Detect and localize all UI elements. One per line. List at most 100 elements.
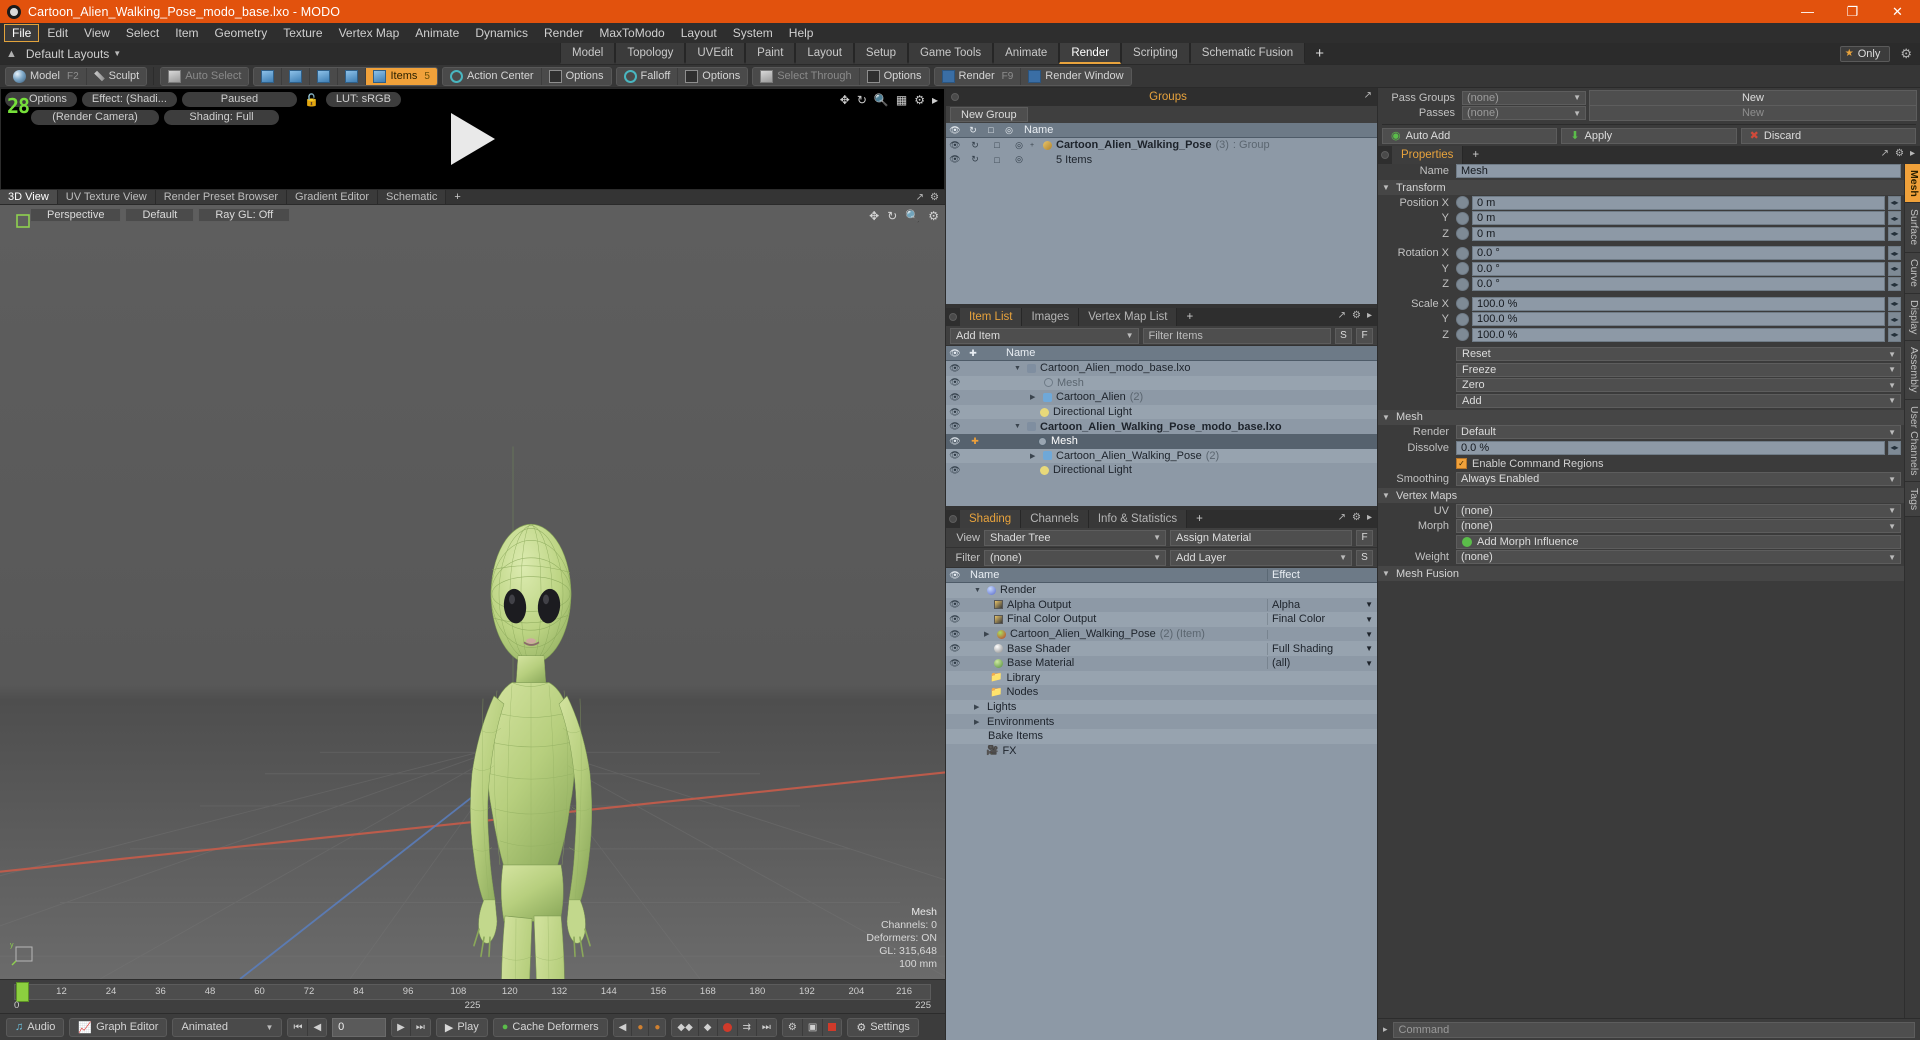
row-eye-icon[interactable]: 👁: [946, 658, 964, 669]
list-item[interactable]: 👁 ✚ Mesh: [946, 433, 1377, 449]
item-list-body[interactable]: 👁 ▼ Cartoon_Alien_modo_base.lxo 👁 Mesh 👁…: [946, 361, 1377, 506]
tree-row[interactable]: 📁 Library: [946, 670, 1377, 686]
animated-selector[interactable]: Animated ▼: [172, 1017, 283, 1037]
edges-mode-button[interactable]: [282, 67, 311, 85]
scale-y-spinner[interactable]: ◂▸: [1888, 312, 1901, 327]
filter-items-input[interactable]: Filter Items: [1142, 327, 1331, 344]
action-center-options-button[interactable]: Options: [541, 67, 611, 85]
row-sel-icon[interactable]: ◎: [1008, 140, 1030, 151]
enable-command-regions-row[interactable]: ✓ Enable Command Regions: [1378, 456, 1904, 472]
row-effect[interactable]: (all) ▼: [1267, 657, 1377, 670]
row-eye-icon[interactable]: 👁: [946, 421, 964, 432]
gear-icon[interactable]: ⚙: [928, 209, 939, 223]
maximize-panel-icon[interactable]: ↗: [1364, 90, 1372, 101]
autokey-button[interactable]: ⚙: [782, 1018, 803, 1036]
tab-channels[interactable]: Channels: [1021, 510, 1089, 528]
rotation-z-field[interactable]: 0.0 °: [1472, 277, 1885, 292]
settings-button[interactable]: ⚙ Settings: [847, 1017, 919, 1037]
render-state-button[interactable]: Paused: [181, 92, 297, 107]
gear-icon[interactable]: ⚙: [1352, 512, 1361, 523]
tab-info-statistics[interactable]: Info & Statistics: [1088, 510, 1188, 528]
autokey-all-button[interactable]: ▣: [802, 1018, 824, 1036]
position-y-field[interactable]: 0 m: [1472, 211, 1885, 226]
expander-icon[interactable]: ▶: [974, 718, 983, 726]
position-z-field[interactable]: 0 m: [1472, 226, 1885, 241]
pass-groups-selector[interactable]: (none) ▼: [1462, 90, 1586, 105]
expander-icon[interactable]: ▶: [1030, 393, 1039, 401]
row-refresh-icon[interactable]: ↻: [964, 140, 986, 151]
tab-animate[interactable]: Animate: [993, 43, 1060, 64]
add-item-selector[interactable]: Add Item ▼: [950, 327, 1139, 344]
panel-menu-dot[interactable]: [949, 313, 957, 321]
render-shading-selector[interactable]: Shading: Full: [164, 110, 279, 125]
expander-icon[interactable]: ▼: [1014, 365, 1023, 372]
only-toggle-button[interactable]: ★ Only: [1839, 45, 1891, 62]
record-button[interactable]: [717, 1018, 738, 1036]
tab-game-tools[interactable]: Game Tools: [907, 43, 994, 64]
tab-vertex-map-list[interactable]: Vertex Map List: [1079, 308, 1178, 326]
table-row[interactable]: 👁 ↻ □ ◎ 5 Items: [946, 153, 1377, 168]
chevron-right-icon[interactable]: ▸: [1367, 512, 1372, 523]
expander-icon[interactable]: ▶: [974, 703, 983, 711]
expander-icon[interactable]: ▶: [984, 630, 993, 638]
key-end-button[interactable]: ⏭: [756, 1018, 776, 1036]
tab-schematic-fusion[interactable]: Schematic Fusion: [1189, 43, 1306, 64]
position-z-spinner[interactable]: ◂▸: [1888, 226, 1901, 241]
tab-properties[interactable]: Properties: [1392, 145, 1464, 164]
tree-row[interactable]: 👁 Alpha Output Alpha ▼: [946, 598, 1377, 613]
apply-button[interactable]: ⬇ Apply: [1561, 127, 1737, 144]
falloff-options-button[interactable]: Options: [678, 67, 748, 85]
tab-uv-texture-view[interactable]: UV Texture View: [57, 190, 156, 204]
maximize-panel-icon[interactable]: ↗: [1881, 148, 1889, 159]
gear-icon[interactable]: ⚙: [930, 192, 939, 203]
key-all-button[interactable]: ◆◆: [672, 1018, 699, 1036]
viewport-3d[interactable]: Perspective Default Ray GL: Off ✥ ↻ 🔍 ⚙: [0, 205, 945, 979]
shader-view-selector[interactable]: Shader Tree ▼: [984, 529, 1166, 546]
viewport-orientation-gizmo[interactable]: y: [10, 939, 40, 969]
row-effect[interactable]: Alpha ▼: [1267, 598, 1377, 611]
chevron-right-icon[interactable]: ▸: [1383, 1024, 1388, 1035]
key-channel-button[interactable]: ◆: [698, 1018, 718, 1036]
tab-3d-view[interactable]: 3D View: [0, 190, 58, 204]
expander-icon[interactable]: +: [1030, 142, 1039, 149]
key-step-button[interactable]: ⇉: [737, 1018, 757, 1036]
add-tab-button[interactable]: +: [1305, 43, 1334, 64]
add-layer-selector[interactable]: Add Layer ▼: [1170, 549, 1352, 566]
maximize-button[interactable]: ❐: [1830, 0, 1875, 23]
position-x-field[interactable]: 0 m: [1472, 195, 1885, 210]
passes-selector[interactable]: (none) ▼: [1462, 106, 1586, 121]
enable-command-regions-checkbox[interactable]: ✓: [1456, 458, 1467, 469]
key-disable-button[interactable]: ●: [632, 1018, 650, 1036]
list-item[interactable]: 👁 ▶ Cartoon_Alien_Walking_Pose (2): [946, 448, 1377, 464]
smoothing-selector[interactable]: Always Enabled ▼: [1456, 472, 1901, 487]
list-item[interactable]: 👁 Mesh: [946, 375, 1377, 391]
vertex-maps-section-header[interactable]: ▼ Vertex Maps: [1378, 488, 1904, 503]
menu-texture[interactable]: Texture: [275, 24, 330, 42]
menu-vertex-map[interactable]: Vertex Map: [331, 24, 408, 42]
scale-z-knob[interactable]: [1456, 328, 1469, 342]
shader-filter-selector[interactable]: (none) ▼: [984, 549, 1166, 566]
menu-help[interactable]: Help: [781, 24, 822, 42]
tab-shading[interactable]: Shading: [960, 510, 1022, 528]
action-center-button[interactable]: Action Center: [442, 67, 542, 85]
goto-end-button[interactable]: ⏭: [410, 1018, 430, 1036]
row-eye-icon[interactable]: 👁: [946, 140, 964, 151]
list-item[interactable]: 👁 ▶ Cartoon_Alien (2): [946, 390, 1377, 405]
side-tab-surface[interactable]: Surface: [1905, 203, 1920, 253]
menu-geometry[interactable]: Geometry: [207, 24, 276, 42]
minimize-button[interactable]: —: [1785, 0, 1830, 23]
command-input[interactable]: Command: [1392, 1021, 1915, 1038]
rotation-x-spinner[interactable]: ◂▸: [1888, 246, 1901, 261]
list-item[interactable]: 👁 Directional Light: [946, 463, 1377, 478]
tab-setup[interactable]: Setup: [853, 43, 908, 64]
item-filter-f-button[interactable]: F: [1356, 327, 1373, 344]
tab-layout[interactable]: Layout: [795, 43, 854, 64]
position-y-spinner[interactable]: ◂▸: [1888, 211, 1901, 226]
maximize-panel-icon[interactable]: ↗: [1338, 512, 1346, 523]
tree-row[interactable]: ▶ Lights: [946, 699, 1377, 715]
row-lock-icon[interactable]: □: [986, 155, 1008, 165]
expander-icon[interactable]: ▼: [974, 587, 983, 594]
side-tab-assembly[interactable]: Assembly: [1905, 340, 1920, 400]
row-eye-icon[interactable]: 👁: [946, 363, 964, 374]
play-button[interactable]: ▶ Play: [435, 1017, 488, 1037]
